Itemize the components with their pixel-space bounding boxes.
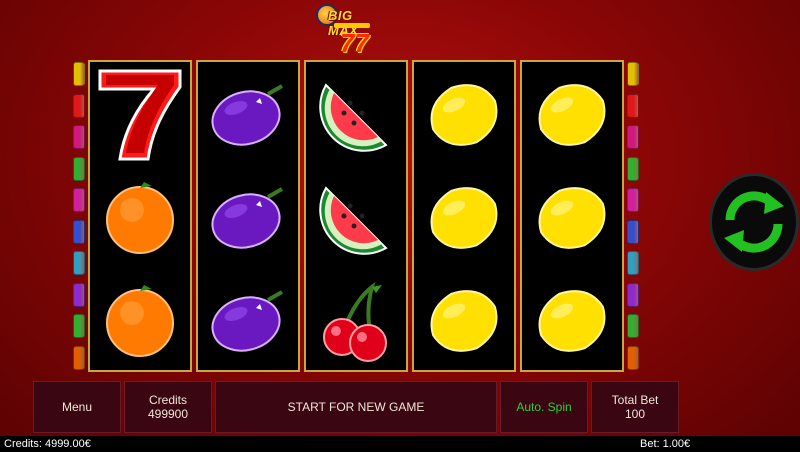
payline-marker bbox=[73, 62, 85, 86]
plum-icon bbox=[198, 269, 298, 372]
totalbet-value: 100 bbox=[624, 407, 646, 421]
payline-marker bbox=[73, 251, 85, 275]
start-button[interactable]: START FOR NEW GAME bbox=[215, 381, 497, 433]
payline-marker bbox=[627, 62, 639, 86]
payline-marker bbox=[627, 314, 639, 338]
footer-bet: Bet: 1.00€ bbox=[640, 438, 691, 450]
payline-marker bbox=[73, 345, 85, 370]
lemon-icon bbox=[522, 269, 622, 372]
payline-marker bbox=[73, 219, 85, 244]
reel bbox=[196, 60, 300, 372]
game-logo: BIG MAX 77 bbox=[310, 2, 380, 60]
reel bbox=[412, 60, 516, 372]
totalbet-label: Total Bet bbox=[611, 393, 659, 407]
spin-button[interactable] bbox=[709, 173, 799, 271]
payline-marker bbox=[627, 93, 639, 118]
lemon-icon bbox=[414, 166, 514, 269]
payline-marker bbox=[73, 125, 85, 149]
lemon-icon bbox=[414, 63, 514, 166]
totalbet-panel[interactable]: Total Bet 100 bbox=[591, 381, 679, 433]
start-label: START FOR NEW GAME bbox=[287, 400, 425, 414]
payline-marker bbox=[627, 188, 639, 212]
reel bbox=[88, 60, 192, 372]
payline-marker bbox=[73, 282, 85, 307]
payline-marker bbox=[627, 156, 639, 181]
lemon-icon bbox=[522, 166, 622, 269]
watermelon-icon bbox=[306, 63, 406, 166]
plum-icon bbox=[198, 166, 298, 269]
refresh-arrows-icon bbox=[724, 191, 784, 253]
autospin-label: Auto. Spin bbox=[516, 400, 572, 414]
payline-marker bbox=[73, 93, 85, 118]
menu-label: Menu bbox=[61, 400, 93, 414]
payline-marker bbox=[627, 251, 639, 275]
credits-value: 499900 bbox=[147, 407, 189, 421]
lemon-icon bbox=[414, 269, 514, 372]
status-bar: Credits: 4999.00€ Bet: 1.00€ bbox=[0, 436, 800, 452]
seven-icon bbox=[90, 63, 190, 166]
payline-marker bbox=[627, 282, 639, 307]
menu-button[interactable]: Menu bbox=[33, 381, 121, 433]
cherry-icon bbox=[306, 269, 406, 372]
lemon-icon bbox=[522, 63, 622, 166]
credits-panel: Credits 499900 bbox=[124, 381, 212, 433]
payline-marker bbox=[73, 314, 85, 338]
plum-icon bbox=[198, 63, 298, 166]
footer-credits: Credits: 4999.00€ bbox=[4, 438, 91, 450]
orange-icon bbox=[90, 269, 190, 372]
autospin-button[interactable]: Auto. Spin bbox=[500, 381, 588, 433]
payline-marker bbox=[627, 219, 639, 244]
logo-77: 77 bbox=[340, 28, 369, 58]
reel bbox=[304, 60, 408, 372]
credits-label: Credits bbox=[148, 393, 187, 407]
payline-marker bbox=[627, 125, 639, 149]
payline-marker bbox=[73, 188, 85, 212]
orange-icon bbox=[90, 166, 190, 269]
payline-marker bbox=[73, 156, 85, 181]
reel bbox=[520, 60, 624, 372]
payline-marker bbox=[627, 345, 639, 370]
watermelon-icon bbox=[306, 166, 406, 269]
